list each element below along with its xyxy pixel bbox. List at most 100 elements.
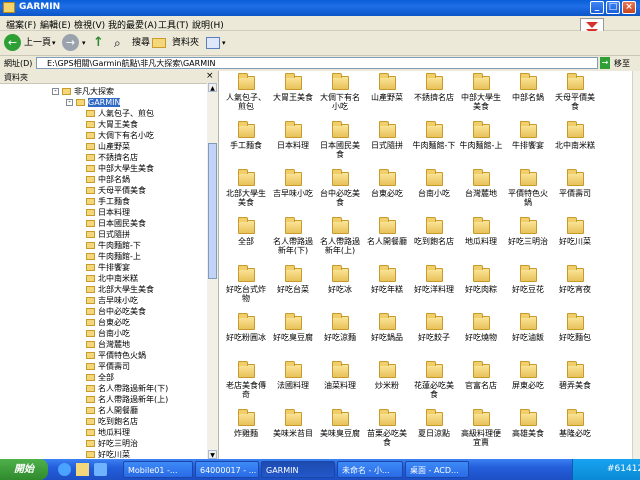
tree-item[interactable]: 平價壽司 [86, 361, 130, 372]
collapse-icon[interactable]: - [52, 88, 59, 95]
chevron-down-icon[interactable]: ▾ [222, 34, 226, 52]
tree-item[interactable]: 牛肉麵館-下 [86, 240, 141, 251]
tree-item[interactable]: 日式隨拼 [86, 229, 130, 240]
tree-item[interactable]: 牛肉麵館-上 [86, 251, 141, 262]
tree-item[interactable]: 平價特色火鍋 [86, 350, 146, 361]
folder-item[interactable]: 好吃年糕 [364, 265, 410, 294]
scroll-up-icon[interactable]: ▲ [208, 83, 217, 92]
folder-item[interactable]: 大胃王美食 [270, 73, 316, 102]
folder-item[interactable]: 台南小吃 [411, 169, 457, 198]
folder-item[interactable]: 牛肉麵館-下 [411, 121, 457, 150]
folder-item[interactable]: 高雄美食 [505, 409, 551, 438]
folder-item[interactable]: 苗栗必吃美食 [364, 409, 410, 447]
folder-item[interactable]: 好吃台式炸物 [223, 265, 269, 303]
folder-item[interactable]: 高級料理便宜賣 [458, 409, 504, 447]
folder-item[interactable]: 好吃涼麵 [317, 313, 363, 342]
tree-item[interactable]: 夭母平價美食 [86, 185, 146, 196]
content-scrollbar[interactable] [632, 71, 640, 459]
folders-icon[interactable] [152, 38, 166, 48]
folder-item[interactable]: 手工麵食 [223, 121, 269, 150]
folder-item[interactable]: 好吃冰 [317, 265, 363, 294]
desktop-icon[interactable] [94, 463, 107, 476]
go-arrow-icon[interactable]: → [600, 57, 610, 69]
close-button[interactable]: × [622, 1, 636, 14]
menu-help[interactable]: 說明(H) [192, 18, 224, 31]
folder-icon[interactable] [76, 463, 89, 476]
menu-view[interactable]: 檢視(V) [74, 18, 105, 31]
tree-item[interactable]: 台灣麓地 [86, 339, 130, 350]
folder-item[interactable]: 好吃台菜 [270, 265, 316, 294]
folder-item[interactable]: 牛排饗宴 [505, 121, 551, 150]
task-mobile01[interactable]: Mobile01 -... [123, 461, 193, 478]
folder-item[interactable]: 好吃三明治 [505, 217, 551, 246]
forward-icon[interactable]: → [62, 34, 79, 51]
tree-item[interactable]: 名人開餐廳 [86, 405, 138, 416]
menu-edit[interactable]: 編輯(E) [40, 18, 71, 31]
tree-item[interactable]: 日本料理 [86, 207, 130, 218]
tree-item[interactable]: 不銹擠名店 [86, 152, 138, 163]
task-64000017[interactable]: 64000017 - ... [195, 461, 259, 478]
start-button[interactable]: 開始 [0, 459, 48, 480]
tree-item[interactable]: 吃到飽名店 [86, 416, 138, 427]
folder-item[interactable]: 基隆必吃 [552, 409, 598, 438]
folder-item[interactable]: 北中南米糕 [552, 121, 598, 150]
chevron-down-icon[interactable]: ▾ [82, 34, 86, 52]
minimize-button[interactable]: _ [590, 1, 604, 14]
tree-item[interactable]: 地瓜料理 [86, 427, 130, 438]
folder-item[interactable]: 人氣包子、煎包 [223, 73, 269, 111]
folder-item[interactable]: 好吃鍋品 [364, 313, 410, 342]
folder-item[interactable]: 好吃宵夜 [552, 265, 598, 294]
tree-item[interactable]: 大胃王美食 [86, 119, 138, 130]
folder-item[interactable]: 好吃麵包 [552, 313, 598, 342]
folders-button[interactable]: 資料夾 [172, 34, 199, 52]
folder-item[interactable]: 不銹擠名店 [411, 73, 457, 102]
folder-item[interactable]: 好吃粉圓冰 [223, 313, 269, 342]
tree-item[interactable]: 吉早味小吃 [86, 295, 138, 306]
go-button[interactable]: 移至 [614, 58, 630, 69]
tree-item[interactable]: 台南小吃 [86, 328, 130, 339]
folder-item[interactable]: 好吃臭豆腐 [270, 313, 316, 342]
chevron-down-icon[interactable]: ▾ [52, 34, 56, 52]
folder-item[interactable]: 台灣麓地 [458, 169, 504, 198]
tree-item[interactable]: 好吃三明治 [86, 438, 138, 449]
folder-item[interactable]: 北部大學生美食 [223, 169, 269, 207]
tree-item[interactable]: 北中南米糕 [86, 273, 138, 284]
folder-item[interactable]: 好吃餃子 [411, 313, 457, 342]
folder-item[interactable]: 大倜下有名小吃 [317, 73, 363, 111]
folder-item[interactable]: 名人開餐廳 [364, 217, 410, 246]
folder-item[interactable]: 平價特色火鍋 [505, 169, 551, 207]
folder-item[interactable]: 碧弄美食 [552, 361, 598, 390]
search-icon[interactable]: ⌕ [114, 34, 121, 52]
back-button[interactable]: 上一頁 [24, 34, 51, 52]
tree-item-current[interactable]: GARMIN [76, 97, 121, 108]
folder-item[interactable]: 台東必吃 [364, 169, 410, 198]
views-icon[interactable] [206, 37, 220, 49]
folder-item[interactable]: 名人帶路過新年(下) [270, 217, 316, 255]
scroll-down-icon[interactable]: ▼ [208, 450, 217, 459]
folder-item[interactable]: 全部 [223, 217, 269, 246]
tree-scrollbar[interactable]: ▲ ▼ [207, 83, 218, 459]
folder-item[interactable]: 炒米粉 [364, 361, 410, 390]
task-garmin[interactable]: GARMIN [261, 461, 335, 478]
tree-item[interactable]: 好吃川菜 [86, 449, 130, 459]
address-input[interactable]: E:\GPS相關\Garmin航點\非凡大探索\GARMIN [36, 57, 598, 69]
collapse-icon[interactable]: - [66, 99, 73, 106]
folder-item[interactable]: 好吃川菜 [552, 217, 598, 246]
tree-item[interactable]: 台東必吃 [86, 317, 130, 328]
folder-item[interactable]: 美味米苔目 [270, 409, 316, 438]
menu-file[interactable]: 檔案(F) [6, 18, 36, 31]
tree-item[interactable]: 手工麵食 [86, 196, 130, 207]
folder-item[interactable]: 名人帶路過新年(上) [317, 217, 363, 255]
folder-item[interactable]: 屏東必吃 [505, 361, 551, 390]
folder-item[interactable]: 地瓜料理 [458, 217, 504, 246]
folder-item[interactable]: 美味臭豆腐 [317, 409, 363, 438]
tree-item[interactable]: 名人帶路過新年(上) [86, 394, 168, 405]
menu-favorites[interactable]: 我的最愛(A) [108, 18, 157, 31]
folder-item[interactable]: 好吃滷飯 [505, 313, 551, 342]
folder-item[interactable]: 夏日涼點 [411, 409, 457, 438]
search-button[interactable]: 搜尋 [132, 34, 150, 52]
tree-item[interactable]: 中部大學生美食 [86, 163, 154, 174]
maximize-button[interactable]: □ [606, 1, 620, 14]
folder-item[interactable]: 炸雞麵 [223, 409, 269, 438]
up-folder-icon[interactable]: ↑ [93, 34, 104, 52]
